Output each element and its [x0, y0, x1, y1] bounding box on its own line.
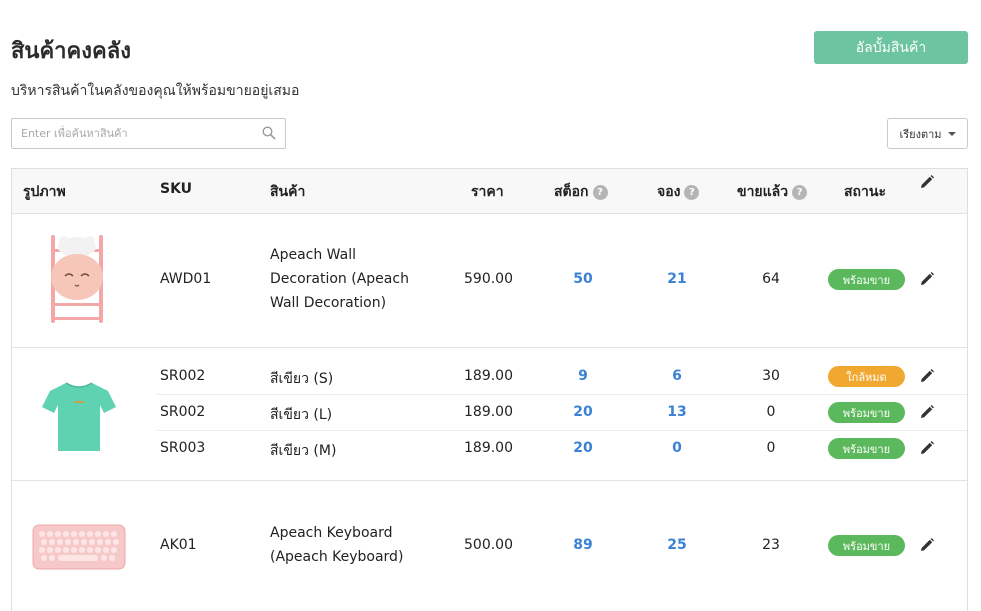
product-name: Apeach Keyboard (Apeach Keyboard): [270, 525, 404, 565]
status-badge: ใกล้หมด: [828, 366, 905, 387]
product-image-apeach-wall: [51, 235, 103, 323]
price-cell: 500.00: [464, 537, 513, 553]
group-divider: [12, 480, 967, 481]
row-divider: [157, 430, 967, 431]
product-name: สีเขียว (M): [270, 443, 337, 459]
sku-cell: AK01: [160, 537, 197, 553]
product-image-keyboard: [32, 524, 126, 570]
col-reserved-label: จอง: [657, 184, 681, 200]
status-badge: พร้อมขาย: [828, 535, 905, 556]
edit-icon[interactable]: [919, 440, 935, 456]
sku-cell: SR003: [160, 440, 206, 456]
sold-value: 0: [766, 440, 776, 456]
table-header: รูปภาพ SKU สินค้า ราคา สต็อก? จอง? ขายแล…: [12, 169, 967, 214]
sold-value: 23: [762, 537, 780, 553]
reserved-value[interactable]: 25: [647, 537, 707, 553]
status-badge: พร้อมขาย: [828, 438, 905, 459]
reserved-value[interactable]: 0: [647, 440, 707, 456]
reserved-value[interactable]: 6: [647, 368, 707, 384]
row-divider: [157, 394, 967, 395]
price-cell: 189.00: [464, 368, 513, 384]
page-subtitle: บริหารสินค้าในคลังของคุณให้พร้อมขายอยู่เ…: [11, 83, 300, 99]
help-icon[interactable]: ?: [592, 184, 608, 200]
col-stock: สต็อก?: [554, 181, 608, 203]
status-badge: พร้อมขาย: [828, 402, 905, 423]
sort-dropdown[interactable]: เรียงตาม: [887, 118, 968, 149]
col-sku: SKU: [160, 181, 193, 197]
price-cell: 189.00: [464, 404, 513, 420]
bulk-edit-icon[interactable]: [919, 174, 935, 190]
stock-value[interactable]: 9: [553, 368, 613, 384]
product-name: Apeach Wall Decoration (Apeach Wall Deco…: [270, 247, 409, 311]
sku-cell: SR002: [160, 368, 206, 384]
status-badge: พร้อมขาย: [828, 269, 905, 290]
search-icon[interactable]: [262, 126, 276, 140]
inventory-table: รูปภาพ SKU สินค้า ราคา สต็อก? จอง? ขายแล…: [11, 168, 968, 611]
search-box: [11, 118, 286, 149]
sold-value: 0: [766, 404, 776, 420]
sold-value: 64: [762, 271, 780, 287]
stock-value[interactable]: 50: [553, 271, 613, 287]
stock-value[interactable]: 20: [553, 404, 613, 420]
edit-icon[interactable]: [919, 537, 935, 553]
stock-value[interactable]: 89: [553, 537, 613, 553]
col-product: สินค้า: [270, 184, 306, 200]
product-image-tshirt: [42, 382, 116, 451]
help-icon[interactable]: ?: [792, 184, 808, 200]
reserved-value[interactable]: 13: [647, 404, 707, 420]
product-name: สีเขียว (S): [270, 371, 334, 387]
col-reserved: จอง?: [657, 181, 700, 203]
sku-cell: SR002: [160, 404, 206, 420]
reserved-value[interactable]: 21: [647, 271, 707, 287]
price-cell: 590.00: [464, 271, 513, 287]
col-price: ราคา: [471, 184, 504, 200]
stock-value[interactable]: 20: [553, 440, 613, 456]
sold-value: 30: [762, 368, 780, 384]
col-status: สถานะ: [844, 184, 886, 200]
col-sold-label: ขายแล้ว: [737, 184, 789, 200]
edit-icon[interactable]: [919, 368, 935, 384]
col-sold: ขายแล้ว?: [737, 181, 808, 203]
product-name: สีเขียว (L): [270, 407, 333, 423]
search-input[interactable]: [12, 119, 252, 148]
edit-icon[interactable]: [919, 404, 935, 420]
col-image: รูปภาพ: [23, 184, 66, 200]
product-album-button[interactable]: อัลบั้มสินค้า: [814, 31, 968, 64]
edit-icon[interactable]: [919, 271, 935, 287]
help-icon[interactable]: ?: [684, 184, 700, 200]
price-cell: 189.00: [464, 440, 513, 456]
col-stock-label: สต็อก: [554, 184, 589, 200]
group-divider: [12, 347, 967, 348]
sort-label: เรียงตาม: [899, 127, 942, 141]
caret-down-icon: [947, 131, 956, 136]
sku-cell: AWD01: [160, 271, 212, 287]
page-title: สินค้าคงคลัง: [11, 39, 131, 64]
